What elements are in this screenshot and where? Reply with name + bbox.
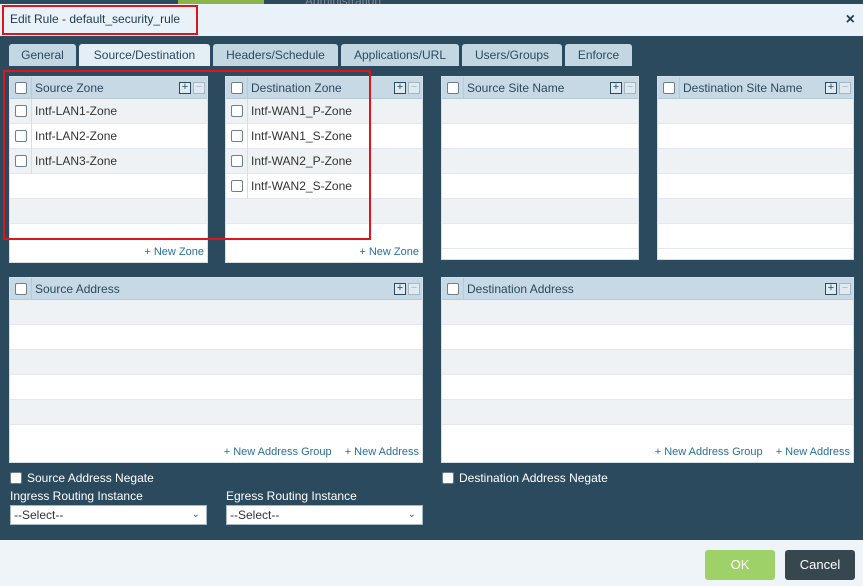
source-site-title: Source Site Name bbox=[467, 80, 565, 95]
ok-button[interactable]: OK bbox=[705, 550, 775, 580]
source-address-rows bbox=[10, 300, 422, 450]
new-zone-link[interactable]: + New Zone bbox=[359, 246, 419, 258]
source-address-footer: + New Address Group + New Address bbox=[10, 442, 422, 462]
destination-address-footer: + New Address Group + New Address bbox=[442, 442, 853, 462]
add-icon[interactable]: + bbox=[825, 282, 837, 295]
chevron-down-icon: ⌄ bbox=[191, 509, 200, 520]
destination-site-header: Destination Site Name + − bbox=[658, 77, 853, 99]
add-icon[interactable]: + bbox=[394, 81, 406, 94]
empty-row bbox=[658, 149, 853, 174]
remove-icon[interactable]: − bbox=[839, 282, 851, 295]
new-address-group-link[interactable]: + New Address Group bbox=[224, 446, 332, 458]
empty-row bbox=[658, 199, 853, 224]
empty-row bbox=[442, 224, 638, 249]
remove-icon[interactable]: − bbox=[839, 81, 851, 94]
remove-icon[interactable]: − bbox=[408, 282, 420, 295]
empty-row bbox=[442, 149, 638, 174]
chevron-down-icon: ⌄ bbox=[407, 509, 416, 520]
source-negate-label: Source Address Negate bbox=[27, 471, 154, 485]
source-site-header: Source Site Name + − bbox=[442, 77, 638, 99]
tab-users-groups[interactable]: Users/Groups bbox=[462, 44, 562, 66]
empty-row bbox=[442, 124, 638, 149]
new-address-link[interactable]: + New Address bbox=[345, 446, 419, 458]
source-address-header: Source Address + − bbox=[10, 278, 422, 300]
empty-row bbox=[658, 174, 853, 199]
source-negate-option[interactable]: Source Address Negate bbox=[10, 471, 154, 485]
dialog-footer: OK Cancel bbox=[0, 540, 863, 586]
empty-row bbox=[658, 99, 853, 124]
new-zone-link[interactable]: + New Zone bbox=[144, 246, 204, 258]
dialog-titlebar: Edit Rule - default_security_rule × bbox=[0, 4, 863, 36]
destination-address-grid: Destination Address + − + New Address Gr… bbox=[441, 277, 854, 463]
close-icon[interactable]: × bbox=[846, 11, 855, 29]
ingress-label: Ingress Routing Instance bbox=[10, 489, 143, 503]
add-icon[interactable]: + bbox=[825, 81, 837, 94]
source-site-rows bbox=[442, 99, 638, 249]
destination-address-rows bbox=[442, 300, 853, 450]
tab-enforce[interactable]: Enforce bbox=[565, 44, 632, 66]
destination-zone-footer: + New Zone bbox=[226, 242, 422, 262]
destination-site-title: Destination Site Name bbox=[683, 80, 803, 95]
empty-row bbox=[442, 350, 853, 375]
destination-negate-option[interactable]: Destination Address Negate bbox=[442, 471, 608, 485]
source-zone-footer: + New Zone bbox=[10, 242, 207, 262]
destination-site-grid: Destination Site Name + − bbox=[657, 76, 854, 260]
empty-row bbox=[10, 375, 422, 400]
select-all-checkbox[interactable] bbox=[446, 282, 459, 295]
ingress-select[interactable]: --Select-- ⌄ bbox=[10, 505, 207, 525]
destination-site-rows bbox=[658, 99, 853, 249]
source-address-title: Source Address bbox=[35, 281, 120, 296]
remove-icon[interactable]: − bbox=[408, 81, 420, 94]
zone-highlight-box bbox=[3, 70, 371, 240]
new-address-group-link[interactable]: + New Address Group bbox=[655, 446, 763, 458]
tab-general[interactable]: General bbox=[9, 44, 76, 66]
select-all-checkbox[interactable] bbox=[446, 81, 459, 94]
destination-negate-checkbox[interactable] bbox=[442, 472, 454, 484]
egress-label: Egress Routing Instance bbox=[226, 489, 357, 503]
egress-value: --Select-- bbox=[230, 508, 280, 522]
cancel-button[interactable]: Cancel bbox=[785, 550, 855, 580]
new-address-link[interactable]: + New Address bbox=[776, 446, 850, 458]
select-all-checkbox[interactable] bbox=[14, 282, 27, 295]
destination-address-title: Destination Address bbox=[467, 281, 574, 296]
empty-row bbox=[658, 224, 853, 249]
empty-row bbox=[10, 300, 422, 325]
empty-row bbox=[442, 199, 638, 224]
empty-row bbox=[658, 124, 853, 149]
remove-icon[interactable]: − bbox=[624, 81, 636, 94]
empty-row bbox=[442, 375, 853, 400]
empty-row bbox=[442, 325, 853, 350]
destination-negate-label: Destination Address Negate bbox=[459, 471, 608, 485]
select-all-checkbox[interactable] bbox=[662, 81, 675, 94]
destination-address-header: Destination Address + − bbox=[442, 278, 853, 300]
source-negate-checkbox[interactable] bbox=[10, 472, 22, 484]
empty-row bbox=[442, 300, 853, 325]
ingress-value: --Select-- bbox=[14, 508, 64, 522]
empty-row bbox=[442, 400, 853, 425]
egress-select[interactable]: --Select-- ⌄ bbox=[226, 505, 423, 525]
empty-row bbox=[442, 174, 638, 199]
title-highlight-box bbox=[2, 5, 198, 35]
add-icon[interactable]: + bbox=[610, 81, 622, 94]
empty-row bbox=[10, 325, 422, 350]
edit-rule-dialog: Edit Rule - default_security_rule × Gene… bbox=[0, 4, 863, 586]
source-address-grid: Source Address + − + New Address Group +… bbox=[9, 277, 423, 463]
tab-source-destination[interactable]: Source/Destination bbox=[79, 44, 210, 66]
empty-row bbox=[10, 350, 422, 375]
source-site-grid: Source Site Name + − bbox=[441, 76, 639, 260]
add-icon[interactable]: + bbox=[394, 282, 406, 295]
tab-applications-url[interactable]: Applications/URL bbox=[341, 44, 459, 66]
tab-headers-schedule[interactable]: Headers/Schedule bbox=[213, 44, 338, 66]
empty-row bbox=[10, 400, 422, 425]
empty-row bbox=[442, 99, 638, 124]
